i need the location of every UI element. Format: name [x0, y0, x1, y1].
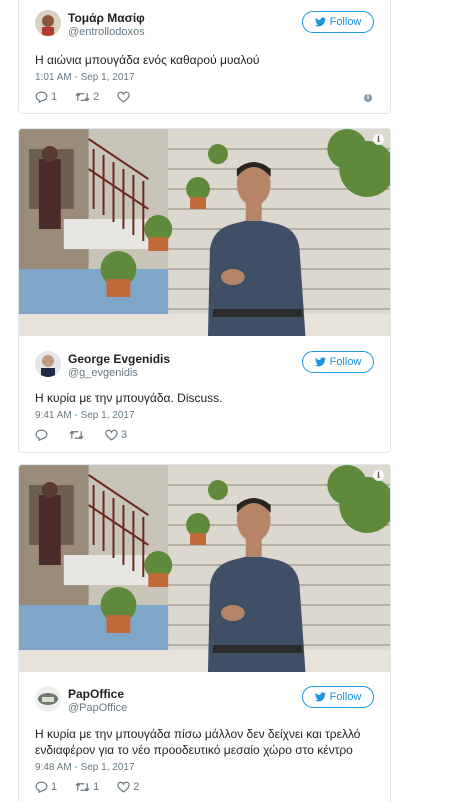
avatar[interactable] [35, 10, 61, 36]
retweet-icon [75, 91, 90, 103]
reply-count: 1 [51, 91, 58, 103]
retweet-count: 2 [93, 91, 100, 103]
retweet-button[interactable]: 2 [75, 91, 99, 103]
avatar[interactable] [35, 686, 61, 712]
tweet-actions: 1 2 [35, 91, 151, 103]
tweet-card: i PapOffice @PapOffice Follow Η κυρία με… [18, 464, 391, 802]
retweet-button[interactable] [69, 429, 87, 441]
twitter-bird-icon [315, 357, 326, 367]
avatar[interactable] [35, 351, 61, 377]
heart-icon [117, 91, 130, 103]
author-handle[interactable]: @PapOffice [68, 702, 127, 714]
retweet-button[interactable]: 1 [75, 781, 99, 793]
info-icon[interactable]: i [364, 94, 372, 102]
follow-label: Follow [329, 356, 362, 368]
media-info-icon[interactable]: i [373, 134, 384, 145]
reply-icon [35, 781, 48, 793]
tweet-timestamp[interactable]: 9:41 AM - Sep 1, 2017 [35, 410, 135, 421]
like-button[interactable]: 3 [105, 429, 127, 441]
tweet-text: Η κυρία με την μπουγάδα. Discuss. [35, 391, 223, 405]
reply-icon [35, 91, 48, 103]
tweet-media-image[interactable]: i [19, 465, 390, 672]
retweet-icon [69, 429, 84, 441]
tweet-card: i George Evgenidis @g_evgenidis Follow Η… [18, 128, 391, 453]
twitter-bird-icon [315, 692, 326, 702]
follow-button[interactable]: Follow [302, 351, 374, 373]
like-count: 3 [121, 429, 128, 441]
tweet-text: Η κυρία με την μπουγάδα πίσω μάλλον δεν … [35, 727, 361, 757]
tweet-timestamp[interactable]: 9:48 AM - Sep 1, 2017 [35, 762, 135, 773]
author-name[interactable]: Τομάρ Μασίφ [68, 11, 145, 25]
reply-button[interactable]: 1 [35, 91, 57, 103]
author-name[interactable]: George Evgenidis [68, 352, 170, 366]
tweet-timestamp[interactable]: 1:01 AM - Sep 1, 2017 [35, 72, 135, 83]
reply-button[interactable] [35, 429, 51, 441]
author-name[interactable]: PapOffice [68, 687, 124, 701]
follow-button[interactable]: Follow [302, 11, 374, 33]
like-button[interactable]: 2 [117, 781, 139, 793]
reply-button[interactable]: 1 [35, 781, 57, 793]
like-button[interactable] [117, 91, 133, 103]
follow-button[interactable]: Follow [302, 686, 374, 708]
follow-label: Follow [329, 16, 362, 28]
retweet-count: 1 [93, 781, 100, 793]
reply-icon [35, 429, 48, 441]
follow-label: Follow [329, 691, 362, 703]
tweet-text: Η αιώνια μπουγάδα ενός καθαρού μυαλού [35, 53, 260, 67]
author-handle[interactable]: @entrollodoxos [68, 26, 145, 38]
heart-icon [105, 429, 118, 441]
author-handle[interactable]: @g_evgenidis [68, 367, 138, 379]
tweet-card: Τομάρ Μασίφ @entrollodoxos Follow Η αιών… [18, 0, 391, 114]
tweet-actions: 3 [35, 429, 145, 441]
tweet-media-image[interactable]: i [19, 129, 390, 336]
heart-icon [117, 781, 130, 793]
reply-count: 1 [51, 781, 58, 793]
retweet-icon [75, 781, 90, 793]
tweet-actions: 1 1 2 [35, 781, 157, 793]
like-count: 2 [133, 781, 140, 793]
twitter-bird-icon [315, 17, 326, 27]
media-info-icon[interactable]: i [373, 470, 384, 481]
